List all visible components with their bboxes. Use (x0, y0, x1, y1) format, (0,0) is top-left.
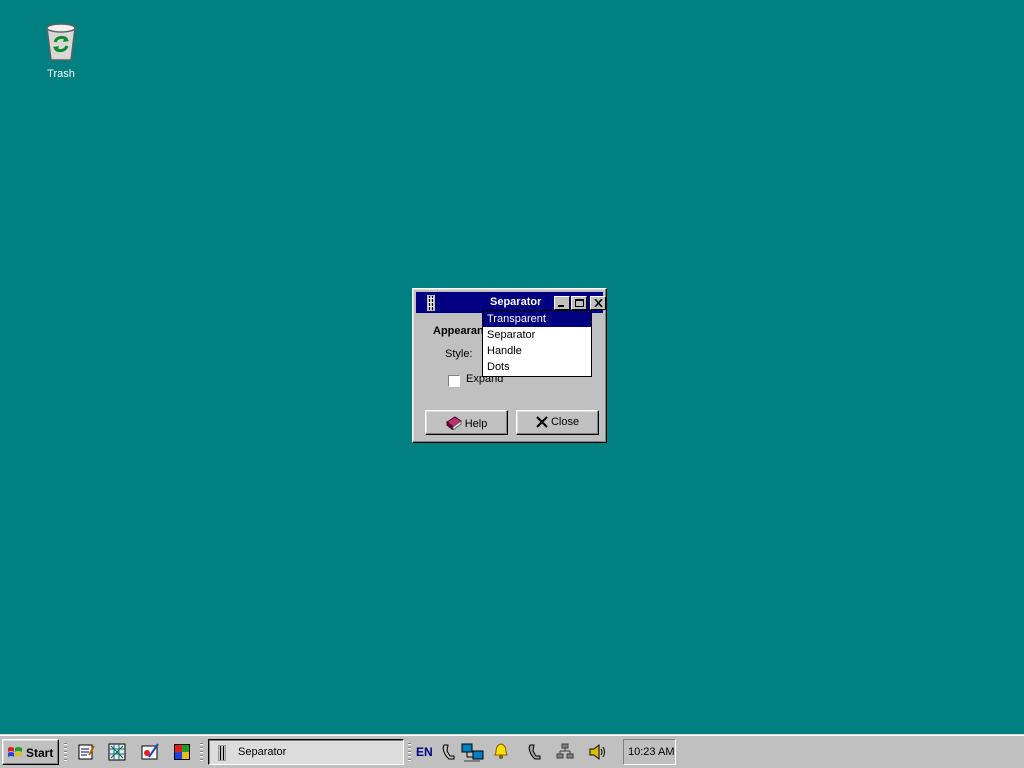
separator-app-icon[interactable] (427, 295, 435, 311)
language-indicator[interactable]: EN (416, 745, 433, 759)
taskbar: Start Separator EN 10:23 AM (0, 734, 1024, 768)
grid-quicklaunch-icon[interactable] (108, 743, 126, 761)
task-button-separator[interactable]: Separator (208, 739, 404, 765)
phone-tray-icon[interactable] (441, 743, 457, 761)
clock[interactable]: 10:23 AM (623, 739, 676, 765)
dialog-title: Separator (490, 296, 542, 308)
appearance-group-label: Appearan (433, 325, 484, 337)
start-logo-icon (8, 747, 22, 757)
minimize-button[interactable] (554, 296, 570, 310)
style-dropdown-list[interactable]: Transparent Separator Handle Dots (482, 310, 592, 377)
close-button[interactable]: Close (516, 410, 599, 435)
expand-checkbox[interactable] (448, 375, 460, 387)
bell-tray-icon[interactable] (494, 743, 508, 759)
tray-grip[interactable] (408, 743, 411, 761)
paint-quicklaunch-icon[interactable] (141, 743, 159, 761)
tasks-grip[interactable] (200, 743, 203, 761)
titlebar-close-button[interactable] (590, 296, 606, 310)
desktop-icon-label: Trash (47, 68, 75, 80)
clock-time: 10:23 AM (628, 746, 675, 758)
color-quicklaunch-icon[interactable] (173, 743, 191, 761)
minimize-icon (558, 305, 564, 307)
help-button-label: Help (464, 418, 488, 430)
quicklaunch-grip[interactable] (64, 743, 67, 761)
close-button-label: Close (550, 416, 580, 428)
modem-tray-icon[interactable] (527, 743, 543, 761)
network-tray-icon[interactable] (461, 743, 485, 763)
dropdown-option-dots[interactable]: Dots (483, 359, 591, 375)
dropdown-option-transparent[interactable]: Transparent (483, 311, 591, 327)
task-button-label: Separator (238, 746, 287, 758)
volume-tray-icon[interactable] (588, 743, 606, 761)
dropdown-option-handle[interactable]: Handle (483, 343, 591, 359)
style-label: Style: (445, 348, 473, 360)
dropdown-option-separator[interactable]: Separator (483, 327, 591, 343)
maximize-button[interactable] (571, 296, 587, 310)
maximize-icon (575, 299, 584, 307)
close-x-icon (536, 416, 548, 428)
notepad-quicklaunch-icon[interactable] (77, 743, 95, 761)
recycle-bin-icon (46, 23, 76, 61)
lan-tray-icon[interactable] (556, 743, 574, 759)
start-button[interactable]: Start (2, 739, 59, 765)
close-icon (594, 299, 603, 307)
help-button[interactable]: Help (425, 410, 508, 435)
desktop-icon-trash[interactable]: Trash (38, 22, 84, 80)
start-label: Start (26, 746, 54, 760)
separator-task-icon (218, 745, 226, 761)
help-book-icon (445, 416, 462, 432)
